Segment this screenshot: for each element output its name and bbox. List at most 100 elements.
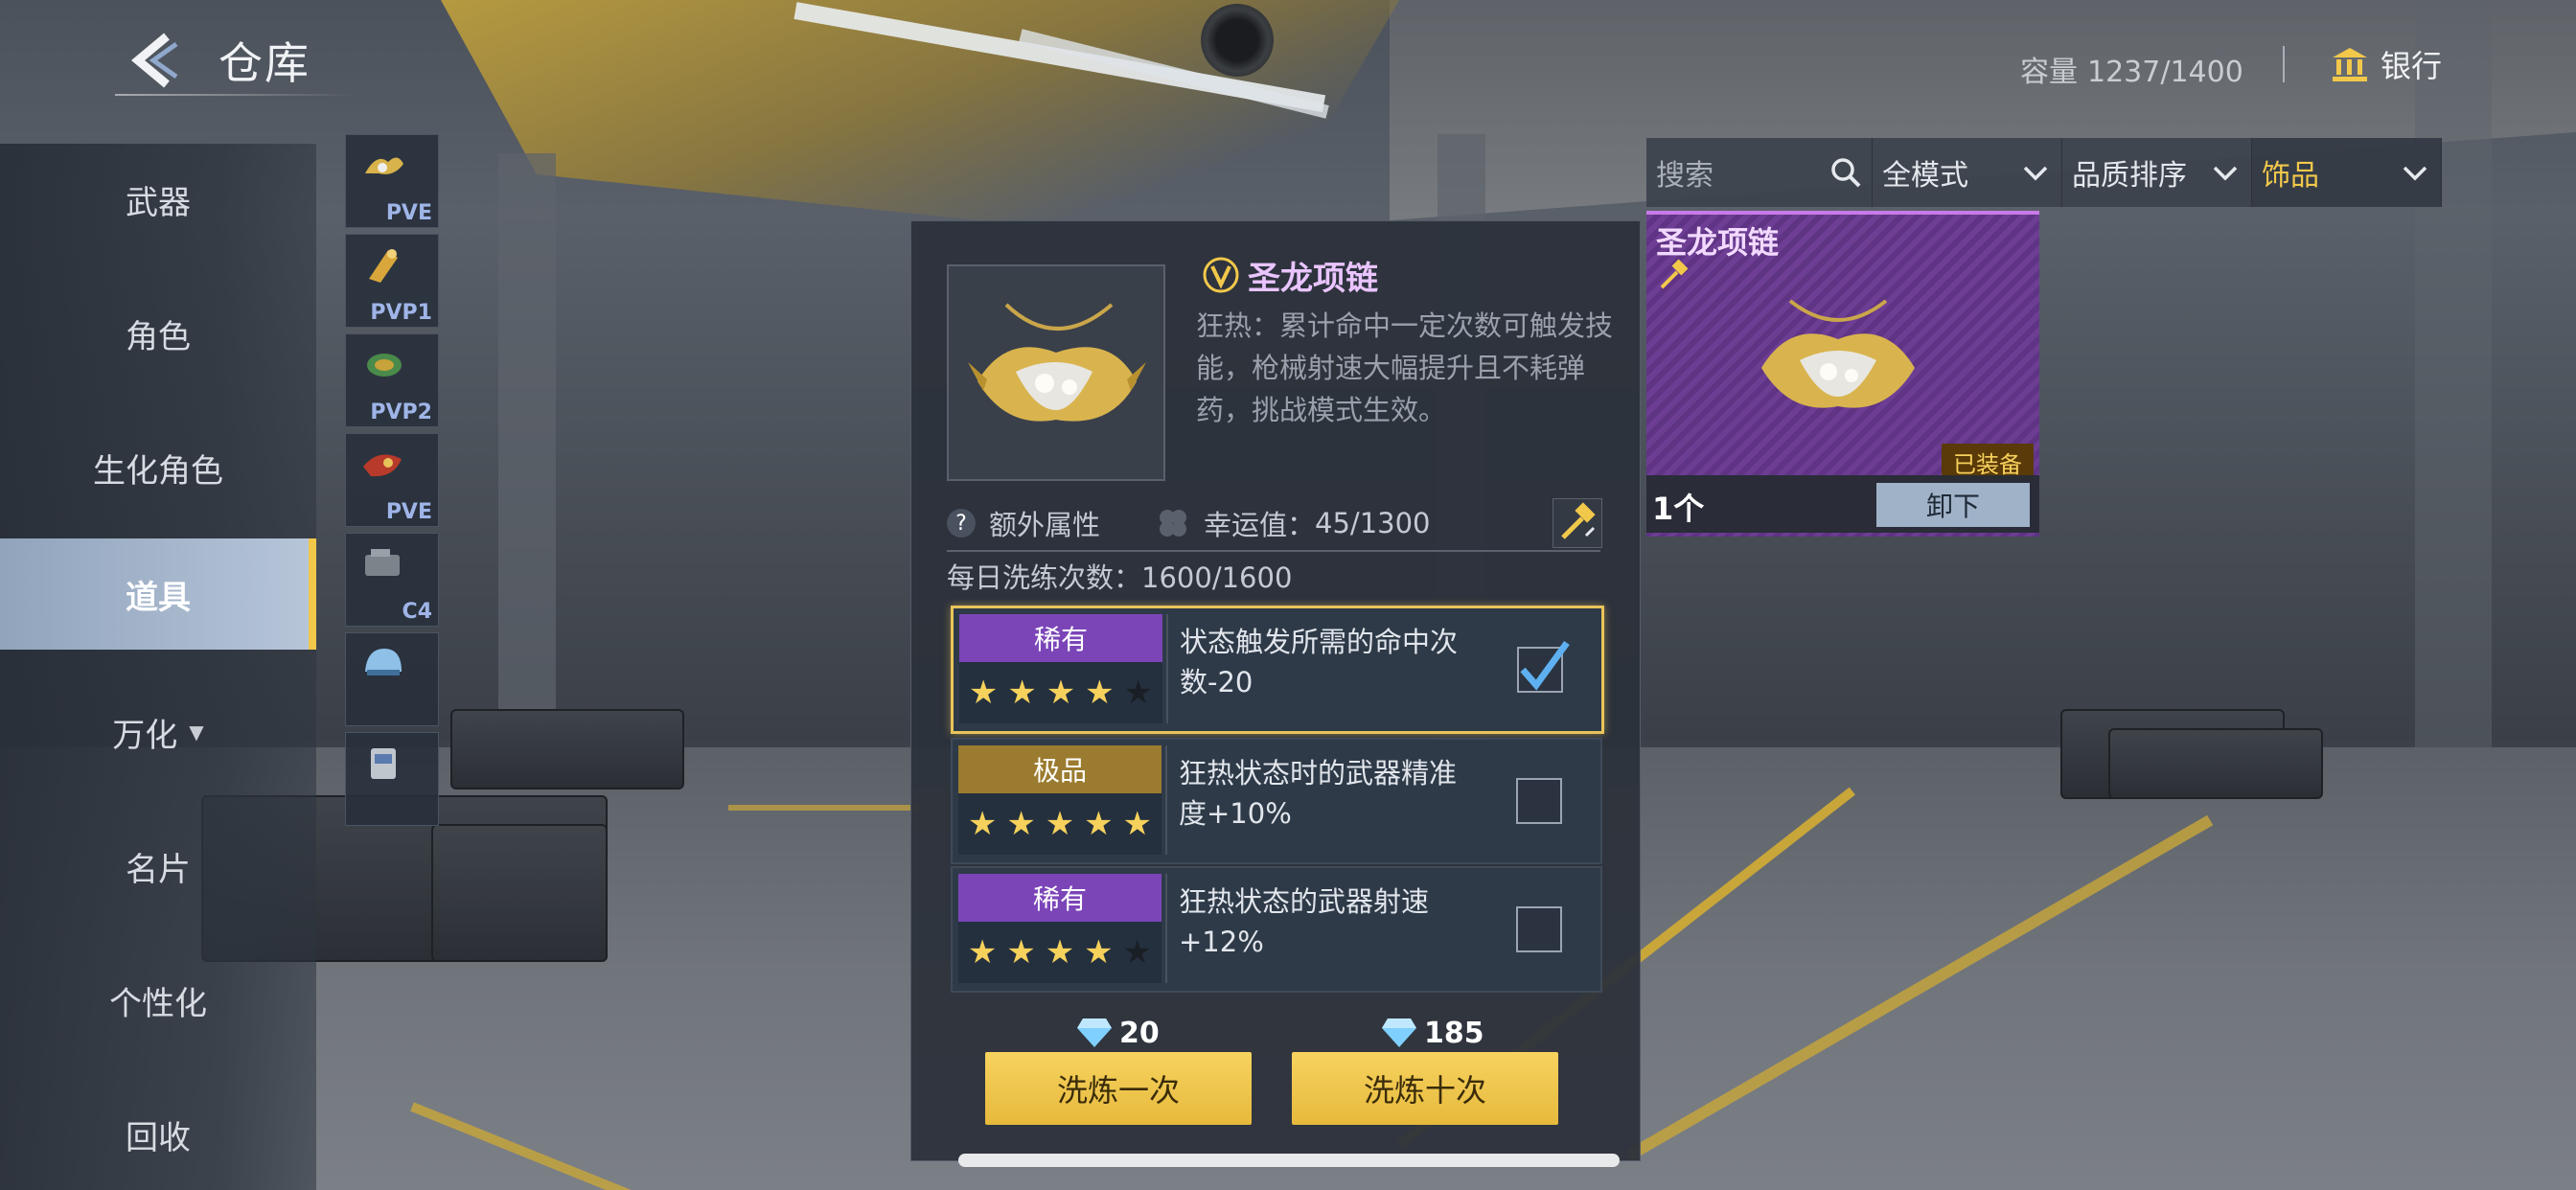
bank-button[interactable]: 银行 [2331,42,2442,86]
nav-item-props[interactable]: 道具 [0,538,316,650]
category-sidebar: 武器 角色 生化角色 道具 万化 ▼ 名片 个性化 回收 [0,144,316,1190]
nav-label: 武器 [126,183,191,222]
cost-ten: 185 [1380,1014,1484,1052]
mode-dropdown[interactable]: 全模式 [1873,138,2062,207]
star-rating: ★ ★ ★ ★ ★ [959,662,1162,723]
filter-bar: 搜索 全模式 品质排序 饰品 [1646,138,2442,207]
daily-label: 每日洗练次数： [947,561,1142,594]
star-icon: ★ [1084,933,1114,972]
unequip-button[interactable]: 卸下 [1876,483,2030,527]
search-placeholder: 搜索 [1656,159,1714,193]
charm-icon [367,354,402,377]
capacity-value: 1237/1400 [2087,56,2243,89]
refine-once-button[interactable]: 洗炼一次 [985,1052,1252,1125]
item-description: 狂热：累计命中一定次数可触发技能，枪械射速大幅提升且不耗弹药，挑战模式生效。 [1196,309,1614,426]
star-icon: ★ [1085,674,1115,712]
refine-option-2[interactable]: 极品 ★ ★ ★ ★ ★ 狂热状态时的武器精准度+10% [951,738,1602,864]
nav-label: 道具 [126,578,191,617]
thumb-tag: PVE [385,201,432,225]
thumb-item[interactable]: PVP1 [345,234,439,328]
checkmark-icon [1520,640,1570,691]
back-arrow-icon [130,33,178,88]
star-icon: ★ [967,805,998,843]
option-checkbox[interactable] [1516,906,1562,952]
star-icon: ★ [1006,805,1036,843]
nav-item-weapons[interactable]: 武器 [0,144,316,255]
nav-item-bio-characters[interactable]: 生化角色 [0,412,316,523]
attribute-row: ? 额外属性 幸运值： 45/1300 [947,498,1600,548]
option-separator [1165,745,1167,855]
diamond-icon [1077,1018,1112,1047]
back-button[interactable] [125,27,182,94]
device-icon [371,748,396,779]
dropdown-triangle-icon: ▼ [189,721,204,744]
thumb-item[interactable]: PVE [345,134,439,228]
mode-value: 全模式 [1882,159,1968,193]
thumb-item[interactable] [345,632,439,726]
nav-item-cards[interactable]: 名片 [0,811,316,922]
title-underline [115,94,355,96]
attr-divider [947,550,1600,552]
nav-item-personalize[interactable]: 个性化 [0,945,316,1056]
capacity-label: 容量 [2020,56,2078,89]
thumb-tag: PVP2 [370,400,432,424]
option-checkbox[interactable] [1517,640,1570,693]
rarity-badge: 稀有 [958,874,1162,922]
daily-value: 1600/1600 [1141,561,1293,594]
sort-dropdown[interactable]: 品质排序 [2062,138,2252,207]
search-field[interactable]: 搜索 [1646,138,1873,207]
refine-option-1[interactable]: 稀有 ★ ★ ★ ★ ★ 状态触发所需的命中次数-20 [951,606,1604,734]
rarity-badge: 稀有 [959,614,1162,662]
sort-value: 品质排序 [2072,159,2187,193]
item-quantity: 1个 [1652,491,1705,527]
daily-refine-count: 每日洗练次数：1600/1600 [947,556,1292,596]
nav-item-characters[interactable]: 角色 [0,278,316,389]
option-text: 狂热状态的武器射速+12% [1179,885,1430,958]
thumb-item[interactable]: PVE [345,433,439,527]
star-icon: ★ [1046,674,1076,712]
category-value: 饰品 [2262,159,2319,193]
bank-label: 银行 [2380,48,2443,84]
thumb-tag: PVP1 [370,301,432,325]
vip-badge-icon [1203,257,1239,293]
thumb-item[interactable] [345,732,439,826]
nav-label: 生化角色 [93,451,223,491]
clover-icon [1160,510,1187,537]
category-dropdown[interactable]: 饰品 [2252,138,2442,207]
nav-item-wanhua[interactable]: 万化 ▼ [0,676,316,788]
star-icon: ★ [1006,933,1036,972]
nav-item-recycle[interactable]: 回收 [0,1079,316,1190]
refine-option-3[interactable]: 稀有 ★ ★ ★ ★ ★ 狂热状态的武器射速+12% [951,866,1602,993]
header-separator [2283,46,2285,82]
charm-icon [365,157,403,174]
capacity-display: 容量 1237/1400 [2020,48,2243,90]
star-icon: ★ [1007,674,1037,712]
option-separator [1165,874,1167,983]
thumb-item[interactable]: C4 [345,533,439,627]
star-icon: ★ [1045,805,1075,843]
item-name: 圣龙项链 [1202,251,1378,299]
hammer-icon [1561,502,1596,539]
star-icon: ★ [968,674,999,712]
question-icon[interactable]: ? [947,509,976,538]
rarity-badge: 极品 [958,745,1162,793]
nav-label: 名片 [126,850,191,889]
option-checkbox[interactable] [1516,778,1562,824]
star-icon: ★ [1084,805,1114,843]
nav-label: 角色 [126,317,191,356]
nav-label: 万化 [112,716,178,755]
refine-info-button[interactable] [1552,498,1602,548]
option-text: 状态触发所需的命中次数-20 [1180,626,1459,698]
item-name-text: 圣龙项链 [1248,259,1378,298]
luck-label: 幸运值： [1204,509,1316,541]
thumb-item[interactable]: PVP2 [345,333,439,427]
helmet-icon [365,649,402,675]
charm-icon [363,454,402,477]
chevron-down-icon [2213,166,2238,181]
refine-ten-button[interactable]: 洗炼十次 [1292,1052,1558,1125]
star-rating: ★ ★ ★ ★ ★ [958,922,1162,983]
diamond-icon [1382,1018,1416,1047]
home-indicator[interactable] [958,1154,1620,1167]
star-icon: ★ [1045,933,1075,972]
thumb-tag: C4 [402,600,432,624]
